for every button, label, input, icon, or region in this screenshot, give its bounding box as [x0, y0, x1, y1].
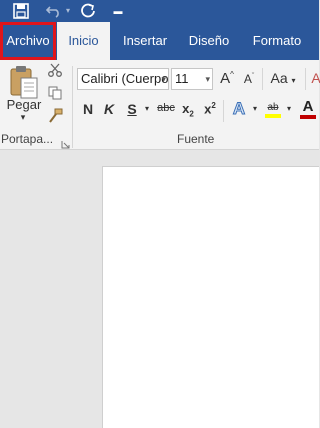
font-name-dropdown-icon: ▾: [161, 74, 166, 84]
font-size-dropdown-icon: ▾: [205, 74, 210, 84]
subscript-button[interactable]: x2: [180, 101, 196, 119]
font-name-select[interactable]: Calibri (Cuerpo ▾: [77, 68, 169, 90]
undo-dropdown-icon[interactable]: ▾: [64, 0, 72, 22]
tab-insert[interactable]: Insertar: [116, 22, 174, 60]
subscript-mark: 2: [189, 109, 194, 119]
tab-file[interactable]: Archivo: [0, 22, 56, 60]
tab-home[interactable]: Inicio: [57, 22, 110, 60]
grow-font-icon: A: [220, 70, 231, 87]
font-size-select[interactable]: 11 ▾: [171, 68, 213, 90]
underline-button[interactable]: S: [126, 101, 138, 117]
clipboard-dialog-launcher-icon[interactable]: [61, 136, 70, 149]
change-case-label: Aa: [270, 70, 288, 86]
quick-access-toolbar: ▾ ▬: [0, 0, 319, 22]
superscript-button[interactable]: x2: [202, 101, 218, 116]
highlight-dropdown-icon[interactable]: ▾: [285, 104, 293, 113]
font-inner-separator: [262, 68, 263, 90]
cut-icon[interactable]: [48, 63, 62, 77]
font-color-icon: A: [302, 98, 314, 115]
tab-design[interactable]: Diseño: [182, 22, 236, 60]
bold-button[interactable]: N: [81, 101, 95, 117]
paste-button-label[interactable]: Pegar: [4, 97, 44, 112]
change-case-button[interactable]: Aa ▾: [268, 70, 298, 86]
clipboard-separator: [72, 66, 73, 148]
font-group-label: Fuente: [177, 132, 215, 146]
clipboard-group-label: Portapa...: [1, 132, 54, 146]
text-effects-button[interactable]: A: [230, 99, 248, 119]
strikethrough-button[interactable]: abc: [156, 102, 176, 114]
grow-font-button[interactable]: A^: [219, 70, 235, 87]
superscript-mark: 2: [211, 101, 216, 110]
font-color-button[interactable]: A: [299, 98, 317, 119]
font-name-value: Calibri (Cuerpo: [81, 71, 169, 86]
paste-dropdown-icon[interactable]: ▾: [16, 112, 30, 123]
format-painter-icon[interactable]: [47, 108, 63, 124]
shrink-font-button[interactable]: Aˇ: [241, 72, 257, 86]
ribbon-tabs: Archivo Inicio Insertar Diseño Formato: [0, 22, 319, 60]
text-effects-icon: A: [232, 99, 246, 119]
undo-icon[interactable]: [44, 0, 64, 22]
font-inner-separator-2: [305, 68, 306, 90]
document-page[interactable]: [102, 166, 319, 428]
highlight-icon: ab: [267, 102, 279, 113]
save-icon[interactable]: [10, 0, 32, 22]
font-size-value: 11: [175, 71, 189, 86]
redo-icon[interactable]: [78, 0, 98, 22]
font-inner-separator-3: [223, 100, 224, 122]
copy-icon[interactable]: [48, 86, 62, 100]
ribbon: Pegar ▾ Portapa... Calibri (Cuerpo ▾ 11 …: [0, 60, 320, 150]
highlight-color-bar: [265, 114, 281, 118]
highlight-button[interactable]: ab: [264, 98, 282, 118]
tab-format[interactable]: Formato: [248, 22, 306, 60]
document-area[interactable]: [0, 150, 319, 428]
paste-icon[interactable]: [8, 65, 40, 101]
font-color-bar: [300, 115, 316, 119]
underline-dropdown-icon[interactable]: ▾: [143, 104, 151, 113]
shrink-font-icon: A: [243, 72, 252, 86]
text-effects-dropdown-icon[interactable]: ▾: [251, 104, 259, 113]
italic-button[interactable]: K: [102, 101, 116, 117]
clear-formatting-icon[interactable]: A: [310, 70, 320, 86]
customize-qat-icon[interactable]: ▬: [112, 0, 124, 22]
